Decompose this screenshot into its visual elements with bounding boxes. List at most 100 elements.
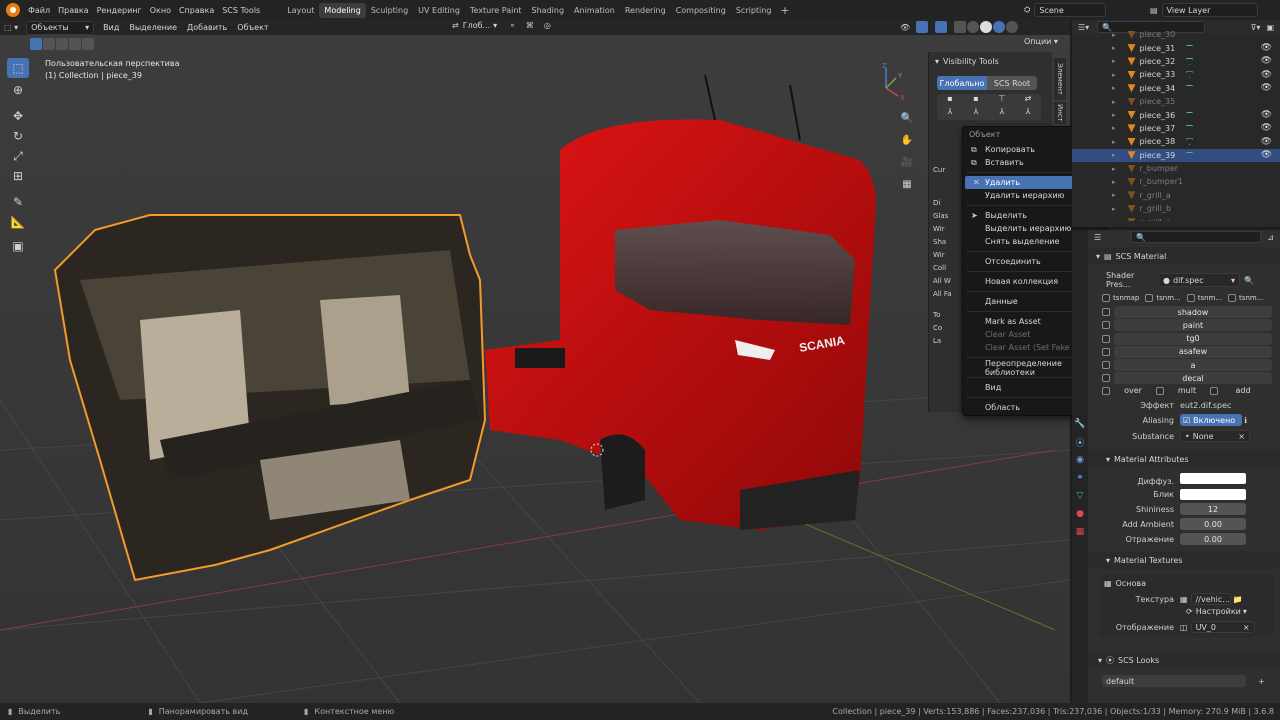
outliner-row[interactable]: ▸ r_grill_c bbox=[1072, 215, 1280, 221]
expand-arrow-icon[interactable]: ▸ bbox=[1112, 218, 1116, 221]
sign-icon[interactable]: ⅄ bbox=[989, 107, 1015, 120]
flag-checkbox[interactable] bbox=[1102, 347, 1110, 356]
proportional-edit-icon[interactable]: ◎ bbox=[544, 21, 551, 30]
flag-checkbox[interactable] bbox=[1228, 294, 1237, 302]
properties-editor-icon[interactable]: ☰ bbox=[1094, 233, 1101, 242]
editor-type-button[interactable]: ⬚ ▾ bbox=[4, 23, 18, 32]
menu-3[interactable]: Окно bbox=[146, 6, 175, 15]
expand-arrow-icon[interactable]: ▸ bbox=[1112, 71, 1116, 79]
material-attributes-section[interactable]: ▾ Material Attributes bbox=[1088, 450, 1280, 469]
orientation-dropdown[interactable]: ⇄ Глоб... ▾ ⚬ ⌘ ◎ bbox=[452, 21, 551, 30]
select-new-icon[interactable] bbox=[30, 38, 42, 50]
workspace-tab[interactable]: Texture Paint bbox=[465, 3, 527, 18]
outliner-row[interactable]: ▸ piece_36 👁 bbox=[1072, 108, 1280, 121]
flag-checkbox[interactable] bbox=[1102, 361, 1110, 370]
expand-arrow-icon[interactable]: ▸ bbox=[1112, 57, 1116, 65]
select-box-tool-icon[interactable]: ⬚ bbox=[7, 58, 29, 78]
material-textures-section[interactable]: ▾ Material Textures bbox=[1088, 551, 1280, 570]
add-workspace-button[interactable]: + bbox=[780, 4, 789, 17]
workspace-tab[interactable]: UV Editing bbox=[413, 3, 465, 18]
sidebar-tab-tool[interactable]: Инст bbox=[1054, 102, 1066, 124]
outliner-row[interactable]: ▸ r_grill_a bbox=[1072, 189, 1280, 202]
outliner-row[interactable]: ▸ piece_30 bbox=[1072, 28, 1280, 41]
substance-field[interactable]: • None × bbox=[1180, 430, 1250, 443]
flag-checkbox[interactable] bbox=[1186, 294, 1195, 302]
select-invert-icon[interactable] bbox=[69, 38, 81, 50]
expand-arrow-icon[interactable]: ▸ bbox=[1112, 191, 1116, 199]
texture-path-field[interactable]: //vehic... bbox=[1190, 593, 1231, 606]
workspace-tab[interactable]: Animation bbox=[569, 3, 620, 18]
flag-field[interactable]: shadow bbox=[1114, 306, 1272, 318]
xray-toggle-icon[interactable] bbox=[954, 21, 967, 33]
expand-arrow-icon[interactable]: ▸ bbox=[1112, 178, 1116, 186]
mapping-field[interactable]: UV_0 × bbox=[1190, 621, 1255, 634]
workspace-tab[interactable]: Shading bbox=[527, 3, 570, 18]
3d-viewport[interactable]: SCANIA ⬚ ▾ Объекты ▾ Вид Выделение Добавить… bbox=[0, 20, 1070, 703]
mode-dropdown[interactable]: Объекты ▾ bbox=[26, 20, 95, 35]
workspace-tab[interactable]: Rendering bbox=[620, 3, 671, 18]
cursor-tool-icon[interactable]: ⊕ bbox=[7, 80, 29, 100]
expand-arrow-icon[interactable]: ▸ bbox=[1112, 151, 1116, 159]
add-cube-tool-icon[interactable]: ▣ bbox=[7, 236, 29, 256]
attribute-value-field[interactable]: 0.00 bbox=[1180, 518, 1246, 531]
color-swatch[interactable] bbox=[1180, 473, 1246, 485]
select-intersect-icon[interactable] bbox=[82, 38, 94, 50]
select-subtract-icon[interactable] bbox=[56, 38, 68, 50]
attribute-value-field[interactable]: 12 bbox=[1180, 503, 1246, 516]
expand-arrow-icon[interactable]: ▸ bbox=[1112, 31, 1116, 39]
flag-checkbox[interactable] bbox=[1102, 308, 1110, 316]
move-tool-icon[interactable]: ✥ bbox=[7, 106, 29, 126]
outliner-row[interactable]: ▸ piece_35 bbox=[1072, 95, 1280, 108]
view-layer-selector[interactable]: ▤ View Layer bbox=[1150, 3, 1258, 17]
scale-tool-icon[interactable]: ⤢ bbox=[7, 146, 29, 166]
object-data-icon[interactable]: ▽ bbox=[1072, 487, 1088, 505]
expand-arrow-icon[interactable]: ▸ bbox=[1112, 124, 1116, 132]
scene-selector[interactable]: ⛭ Scene bbox=[1024, 3, 1107, 17]
eye-icon[interactable]: 👁 bbox=[1261, 70, 1272, 80]
flag-checkbox[interactable] bbox=[1102, 321, 1110, 330]
outliner-row[interactable]: ▸ piece_32 👁 bbox=[1072, 55, 1280, 68]
workspace-tab[interactable]: Scripting bbox=[731, 3, 777, 18]
eye-icon[interactable]: 👁 bbox=[1261, 110, 1272, 120]
flag-checkbox[interactable] bbox=[1102, 374, 1110, 383]
outliner-row[interactable]: ▸ piece_39 👁 bbox=[1072, 148, 1280, 162]
expand-arrow-icon[interactable]: ▸ bbox=[1112, 44, 1116, 52]
material-icon[interactable]: ● bbox=[1072, 505, 1088, 523]
viewport-menu[interactable]: Добавить bbox=[182, 23, 232, 32]
wireframe-shading-icon[interactable] bbox=[967, 21, 980, 33]
flag-field[interactable]: tg0 bbox=[1114, 332, 1272, 345]
sidebar-tab-item[interactable]: Элемент bbox=[1054, 58, 1066, 100]
menu-2[interactable]: Рендеринг bbox=[93, 6, 146, 15]
transform-tool-icon[interactable]: ⊞ bbox=[7, 166, 29, 186]
expand-arrow-icon[interactable]: ▸ bbox=[1112, 205, 1116, 213]
outliner-row[interactable]: ▸ piece_38 👁 bbox=[1072, 135, 1280, 148]
scs-material-section[interactable]: ▾ ▤ SCS Material bbox=[1088, 247, 1280, 265]
flag-field[interactable]: a bbox=[1114, 359, 1272, 372]
options-button[interactable]: Опции ▾ bbox=[1024, 37, 1058, 46]
expand-arrow-icon[interactable]: ▸ bbox=[1112, 84, 1116, 92]
outliner-row[interactable]: ▸ r_grill_b bbox=[1072, 202, 1280, 215]
annotate-tool-icon[interactable]: ✎ bbox=[7, 192, 29, 212]
outliner-row[interactable]: ▸ piece_33 👁 bbox=[1072, 68, 1280, 81]
expand-arrow-icon[interactable]: ▸ bbox=[1112, 165, 1116, 173]
outliner-row[interactable]: ▸ piece_37 👁 bbox=[1072, 122, 1280, 135]
solid-shading-icon[interactable] bbox=[980, 21, 993, 33]
visibility-tools-header[interactable]: ▾ Visibility Tools bbox=[929, 52, 1052, 70]
overlay-toggle-icon[interactable] bbox=[935, 21, 948, 33]
properties-search-input[interactable]: 🔍 bbox=[1131, 231, 1262, 243]
outliner-row[interactable]: ▸ piece_31 👁 bbox=[1072, 41, 1280, 54]
zoom-icon[interactable]: 🔍 bbox=[899, 110, 915, 126]
eye-icon[interactable]: 👁 bbox=[1261, 43, 1272, 53]
texture-icon[interactable]: ▦ bbox=[1072, 523, 1088, 541]
blender-logo-icon[interactable] bbox=[6, 3, 20, 17]
global-button[interactable]: Глобально bbox=[937, 76, 987, 90]
prefab-icon[interactable]: ⇄ bbox=[1015, 94, 1041, 107]
look-item[interactable]: default bbox=[1102, 675, 1246, 688]
rotate-tool-icon[interactable]: ↻ bbox=[7, 126, 29, 146]
material-shading-icon[interactable] bbox=[993, 21, 1006, 33]
viewport-menu[interactable]: Выделение bbox=[124, 23, 182, 32]
outliner-row[interactable]: ▸ r_bumper bbox=[1072, 162, 1280, 175]
workspace-tab[interactable]: Layout bbox=[282, 3, 319, 18]
camera-icon[interactable]: 🎥 bbox=[899, 154, 915, 170]
folder-icon[interactable]: 📁 bbox=[1233, 595, 1243, 604]
